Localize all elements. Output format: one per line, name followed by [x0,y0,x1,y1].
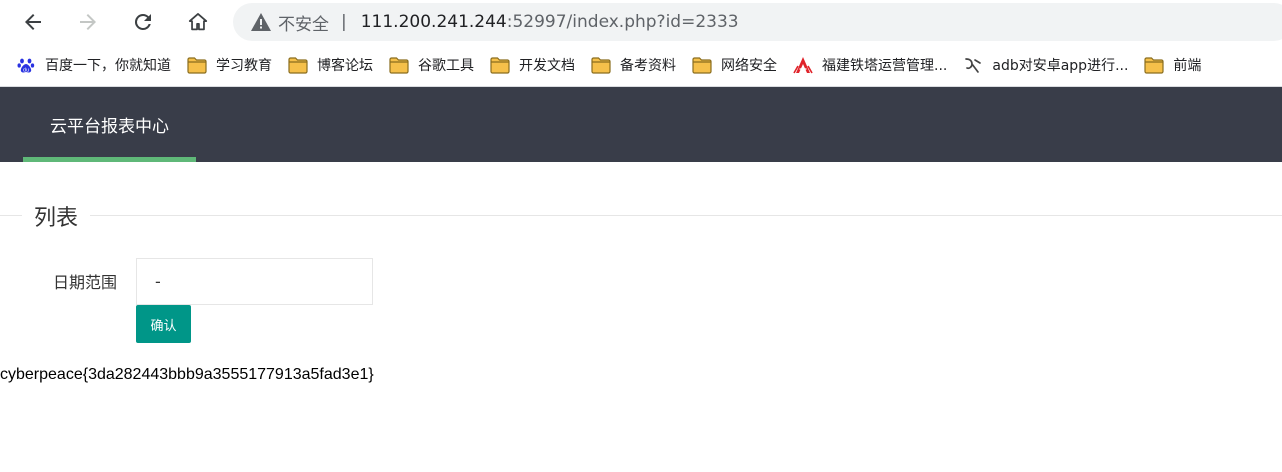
bookmarks-bar: du 百度一下，你就知道 学习教育 博客论坛 谷歌工具 开发文档 备考资料 网络… [0,44,1282,87]
folder-icon [591,56,611,74]
tower-logo-icon [793,56,813,74]
back-arrow-icon [21,10,45,34]
forward-arrow-icon [76,10,100,34]
bookmark-folder-dev-docs[interactable]: 开发文档 [482,50,583,80]
address-bar[interactable]: 不安全 | 111.200.241.244 :52997/index.php?i… [233,3,1282,41]
bookmark-label: 开发文档 [519,58,575,74]
bookmark-folder-blog[interactable]: 博客论坛 [280,50,381,80]
bookmark-folder-exam[interactable]: 备考资料 [583,50,684,80]
bookmark-folder-security[interactable]: 网络安全 [684,50,785,80]
bookmark-label: 博客论坛 [317,58,373,74]
folder-icon [389,56,409,74]
bookmark-adb[interactable]: adb对安卓app进行... [955,50,1136,80]
reload-button[interactable] [125,4,161,40]
bookmark-label: 备考资料 [620,58,676,74]
folder-icon [187,56,207,74]
folder-icon [1144,56,1165,74]
nav-tab-report-center[interactable]: 云平台报表中心 [23,87,196,162]
back-button[interactable] [15,4,51,40]
bookmark-label: 谷歌工具 [418,58,474,74]
date-range-input[interactable] [136,258,373,305]
bookmark-label: 前端 [1173,58,1202,74]
confirm-button[interactable]: 确认 [136,305,191,343]
url-path[interactable]: :52997/index.php?id=2333 [507,12,739,32]
svg-text:du: du [23,67,29,73]
address-separator: | [341,12,347,32]
warning-triangle-icon[interactable] [250,11,272,33]
baidu-paw-icon: du [16,56,36,74]
folder-icon [692,56,712,74]
bookmark-baidu[interactable]: du 百度一下，你就知道 [8,50,179,80]
bookmark-label: 网络安全 [721,58,777,74]
home-icon [187,11,209,33]
security-status-label[interactable]: 不安全 [278,10,329,35]
folder-icon [490,56,510,74]
bookmark-label: 学习教育 [216,58,272,74]
forward-button[interactable] [70,4,106,40]
bookmark-label: adb对安卓app进行... [992,58,1129,74]
bookmark-tower-ops[interactable]: 福建铁塔运营管理... [785,50,955,80]
home-button[interactable] [180,4,216,40]
browser-toolbar: 不安全 | 111.200.241.244 :52997/index.php?i… [0,0,1282,44]
fieldset-border [0,215,1282,216]
bookmark-label: 百度一下，你就知道 [45,58,171,74]
app-header: 云平台报表中心 [0,87,1282,162]
bookmark-folder-frontend[interactable]: 前端 [1136,50,1209,80]
section-title: 列表 [22,200,91,232]
bookmark-label: 福建铁塔运营管理... [822,58,948,74]
reload-icon [131,10,155,34]
date-range-label: 日期范围 [52,273,117,292]
output-text: cyberpeace{3da282443bbb9a3555177913a5fad… [0,366,374,383]
bookmark-folder-study[interactable]: 学习教育 [179,50,280,80]
folder-icon [288,56,308,74]
adb-site-icon [963,56,983,74]
bookmark-folder-google-tools[interactable]: 谷歌工具 [381,50,482,80]
url-host[interactable]: 111.200.241.244 [361,12,507,32]
